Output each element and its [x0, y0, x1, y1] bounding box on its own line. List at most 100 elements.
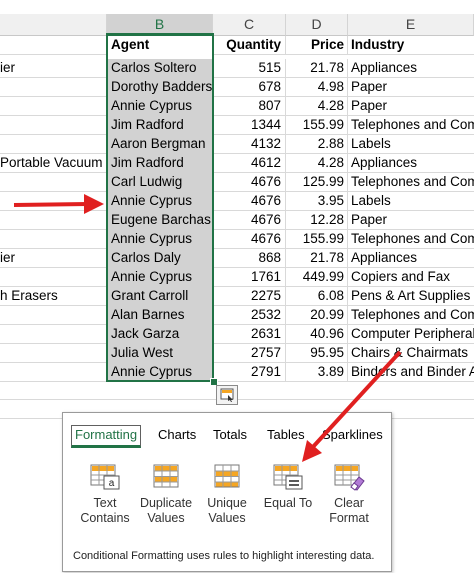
cell-price[interactable]: 6.08: [286, 287, 348, 306]
cell-industry[interactable]: Appliances: [348, 154, 474, 173]
cell-price[interactable]: 20.99: [286, 306, 348, 325]
cell-price[interactable]: 3.89: [286, 363, 348, 382]
cell-price[interactable]: 155.99: [286, 230, 348, 249]
cell-agent[interactable]: Annie Cyprus: [107, 268, 213, 287]
cell-industry[interactable]: Paper: [348, 211, 474, 230]
cell-a[interactable]: [0, 173, 107, 192]
cell-price[interactable]: 449.99: [286, 268, 348, 287]
header-agent[interactable]: Agent: [107, 36, 213, 55]
tab-tables[interactable]: Tables: [264, 425, 308, 445]
unique-values-button[interactable]: Unique Values: [197, 463, 257, 526]
cell-quantity[interactable]: 4132: [213, 135, 286, 154]
cell-agent[interactable]: Annie Cyprus: [107, 192, 213, 211]
cell-price[interactable]: 2.88: [286, 135, 348, 154]
cell-a[interactable]: [0, 78, 107, 97]
cell-industry[interactable]: Telephones and Comm: [348, 230, 474, 249]
cell-a[interactable]: [0, 211, 107, 230]
cell-a[interactable]: [0, 97, 107, 116]
tab-formatting[interactable]: Formatting: [71, 425, 142, 448]
cell-quantity[interactable]: 1344: [213, 116, 286, 135]
quick-analysis-button[interactable]: [216, 385, 238, 405]
column-header-b[interactable]: B: [107, 14, 213, 36]
cell-industry[interactable]: Appliances: [348, 59, 474, 78]
cell-quantity[interactable]: 4676: [213, 173, 286, 192]
cell-price[interactable]: 21.78: [286, 59, 348, 78]
tab-charts[interactable]: Charts: [155, 425, 199, 445]
clear-format-button[interactable]: Clear Format: [319, 463, 379, 526]
header-quantity[interactable]: Quantity: [213, 36, 286, 55]
cell-a[interactable]: [0, 192, 107, 211]
cell-industry[interactable]: Paper: [348, 97, 474, 116]
cell-agent[interactable]: Annie Cyprus: [107, 97, 213, 116]
cell-agent[interactable]: Carl Ludwig: [107, 173, 213, 192]
cell-agent[interactable]: Grant Carroll: [107, 287, 213, 306]
cell-quantity[interactable]: 4676: [213, 211, 286, 230]
cell-industry[interactable]: Copiers and Fax: [348, 268, 474, 287]
cell-a[interactable]: Portable Vacuum: [0, 154, 107, 173]
cell-a[interactable]: [0, 230, 107, 249]
cell-agent[interactable]: Carlos Soltero: [107, 59, 213, 78]
cell-quantity[interactable]: 2631: [213, 325, 286, 344]
cell-industry[interactable]: Telephones and Comm: [348, 173, 474, 192]
cell-industry[interactable]: Pens & Art Supplies: [348, 287, 474, 306]
cell-agent[interactable]: Dorothy Badders: [107, 78, 213, 97]
cell-industry[interactable]: Paper: [348, 78, 474, 97]
tab-sparklines[interactable]: Sparklines: [319, 425, 386, 445]
text-contains-button[interactable]: a Text Contains: [75, 463, 135, 526]
cell-agent[interactable]: Alan Barnes: [107, 306, 213, 325]
cell-price[interactable]: 155.99: [286, 116, 348, 135]
header-price[interactable]: Price: [286, 36, 348, 55]
cell-a[interactable]: [0, 325, 107, 344]
cell-agent[interactable]: Jack Garza: [107, 325, 213, 344]
cell-agent[interactable]: Jim Radford: [107, 154, 213, 173]
cell-quantity[interactable]: 2275: [213, 287, 286, 306]
cell-price[interactable]: 40.96: [286, 325, 348, 344]
column-header-d[interactable]: D: [286, 14, 348, 36]
cell-agent[interactable]: Eugene Barchas: [107, 211, 213, 230]
cell-price[interactable]: 4.28: [286, 154, 348, 173]
cell-industry[interactable]: Telephones and Comm: [348, 306, 474, 325]
cell-agent[interactable]: Aaron Bergman: [107, 135, 213, 154]
cell-industry[interactable]: Binders and Binder Ac: [348, 363, 474, 382]
cell-a[interactable]: ier: [0, 59, 107, 78]
cell-quantity[interactable]: 2791: [213, 363, 286, 382]
cell-quantity[interactable]: 678: [213, 78, 286, 97]
cell-a[interactable]: [0, 306, 107, 325]
cell-quantity[interactable]: 807: [213, 97, 286, 116]
cell-quantity[interactable]: 1761: [213, 268, 286, 287]
cell-industry[interactable]: Computer Peripherals: [348, 325, 474, 344]
column-header-c[interactable]: C: [213, 14, 286, 36]
cell-quantity[interactable]: 515: [213, 59, 286, 78]
cell-quantity[interactable]: 2757: [213, 344, 286, 363]
cell-industry[interactable]: Appliances: [348, 249, 474, 268]
duplicate-values-button[interactable]: Duplicate Values: [136, 463, 196, 526]
cell-agent[interactable]: Jim Radford: [107, 116, 213, 135]
cell-price[interactable]: 125.99: [286, 173, 348, 192]
cell-agent[interactable]: Julia West: [107, 344, 213, 363]
cell-price[interactable]: 21.78: [286, 249, 348, 268]
header-industry[interactable]: Industry: [348, 36, 474, 55]
cell-a[interactable]: [0, 344, 107, 363]
cell-industry[interactable]: Chairs & Chairmats: [348, 344, 474, 363]
cell-a[interactable]: [0, 116, 107, 135]
cell-a[interactable]: [0, 268, 107, 287]
cell-price[interactable]: 3.95: [286, 192, 348, 211]
cell-price[interactable]: 95.95: [286, 344, 348, 363]
cell-agent[interactable]: Annie Cyprus: [107, 230, 213, 249]
cell-quantity[interactable]: 868: [213, 249, 286, 268]
tab-totals[interactable]: Totals: [210, 425, 250, 445]
cell-quantity[interactable]: 4612: [213, 154, 286, 173]
cell-industry[interactable]: Labels: [348, 192, 474, 211]
cell-quantity[interactable]: 4676: [213, 230, 286, 249]
cell-a[interactable]: [0, 135, 107, 154]
cell-industry[interactable]: Telephones and Comm: [348, 116, 474, 135]
cell-price[interactable]: 4.98: [286, 78, 348, 97]
column-header-a[interactable]: [0, 14, 107, 36]
cell-agent[interactable]: Carlos Daly: [107, 249, 213, 268]
cell-a[interactable]: h Erasers: [0, 287, 107, 306]
cell-a[interactable]: ier: [0, 249, 107, 268]
cell-industry[interactable]: Labels: [348, 135, 474, 154]
cell-agent[interactable]: Annie Cyprus: [107, 363, 213, 382]
cell-price[interactable]: 4.28: [286, 97, 348, 116]
cell-a[interactable]: [0, 363, 107, 382]
